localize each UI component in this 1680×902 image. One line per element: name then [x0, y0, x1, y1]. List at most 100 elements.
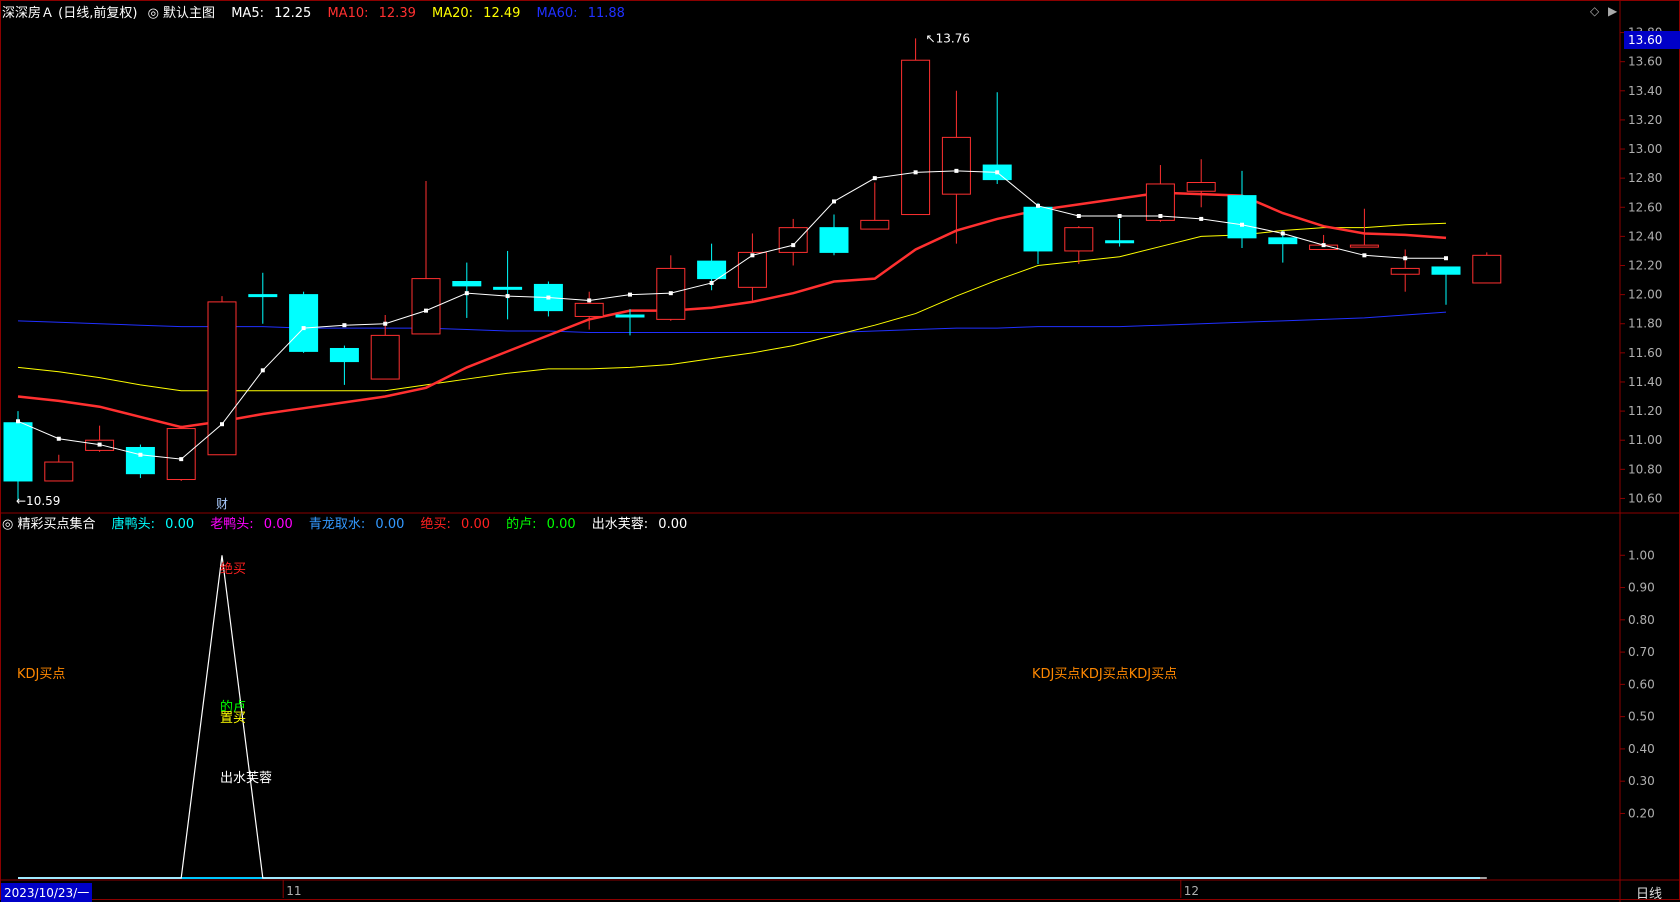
ma5-point [1036, 203, 1040, 208]
start-date: 2023/10/23/一 [1, 883, 93, 902]
ind-laoyatou: 老鸭头: 0.00 [210, 517, 293, 532]
candle-body[interactable] [1431, 266, 1461, 275]
ind-dilu: 的卢: 0.00 [506, 517, 576, 532]
ma5-point [56, 436, 61, 441]
y-tick-label: 11.20 [1628, 404, 1662, 418]
ma10-label: MA10: 12.39 [327, 6, 416, 21]
y-tick-label: 11.80 [1628, 317, 1662, 331]
ma5-point [260, 368, 265, 373]
candle-body[interactable] [329, 347, 359, 363]
candle-body[interactable] [819, 227, 849, 253]
ind-y-tick-label: 0.80 [1628, 613, 1655, 627]
expand-icon[interactable]: ▶ [1608, 4, 1617, 18]
y-tick-label: 12.40 [1628, 229, 1662, 243]
ind-y-tick-label: 0.60 [1628, 677, 1655, 691]
candle-body[interactable] [289, 294, 319, 352]
candle-body[interactable] [493, 286, 523, 290]
ma5-point [872, 176, 877, 181]
y-tick-label: 12.00 [1628, 288, 1662, 302]
chushui-signal: 出水芙蓉 [220, 771, 273, 786]
candle-body[interactable] [1023, 206, 1053, 252]
month-label: 11 [286, 884, 301, 898]
ma5-point [505, 294, 510, 299]
ma5-point [995, 170, 1000, 175]
y-tick-label: 13.40 [1628, 84, 1662, 98]
candle-body[interactable] [44, 461, 74, 482]
candle-body[interactable] [574, 302, 604, 317]
candle-body[interactable] [125, 446, 155, 475]
candle-body[interactable] [737, 251, 767, 288]
candle-body[interactable] [3, 422, 33, 482]
ma5-point [1403, 256, 1408, 261]
ma5-point [1240, 222, 1244, 227]
candle-body[interactable] [1472, 254, 1502, 284]
indicator-header: ◎ 精彩买点集合 唐鸭头: 0.00 老鸭头: 0.00 青龙取水: 0.00 … [2, 513, 699, 532]
ma5-point [913, 170, 918, 175]
juemai-signal: 绝买 [220, 562, 247, 577]
candle-body[interactable] [778, 227, 808, 253]
ma5-point [220, 422, 224, 427]
y-tick-label: 12.80 [1628, 171, 1662, 185]
ma5-point [791, 243, 796, 248]
period-label[interactable]: 日线 [1636, 883, 1662, 902]
candle-body[interactable] [1349, 244, 1379, 248]
ind-juemai: 绝买: 0.00 [420, 517, 490, 532]
y-tick-label: 11.00 [1628, 433, 1662, 447]
ma5-point [1444, 256, 1448, 261]
ind-tangyatou: 唐鸭头: 0.00 [111, 517, 195, 532]
candle-body[interactable] [248, 294, 278, 298]
candle-body[interactable] [166, 428, 196, 481]
month-label: 12 [1184, 884, 1199, 898]
y-tick-label: 10.80 [1628, 462, 1662, 476]
ind-y-tick-label: 0.90 [1628, 581, 1655, 595]
ma5-point [954, 168, 959, 173]
diamond-icon[interactable]: ◇ [1590, 4, 1599, 18]
y-tick-label: 11.60 [1628, 346, 1662, 360]
ind-qinglong: 青龙取水: 0.00 [308, 517, 405, 532]
candle-body[interactable] [1268, 237, 1298, 245]
chart-header: 深深房Ａ (日线,前复权) ◎ 默认主图 MA5: 12.25 MA10: 12… [2, 2, 637, 21]
ma20-label: MA20: 12.49 [432, 6, 521, 21]
candle-body[interactable] [941, 136, 971, 195]
candle-body[interactable] [207, 301, 237, 456]
ma60-label: MA60: 11.88 [536, 6, 625, 21]
candle-body[interactable] [1064, 227, 1094, 252]
cai-marker[interactable]: 财 [216, 497, 228, 511]
ma5-point [342, 323, 347, 328]
ind-chushui: 出水芙蓉: 0.00 [591, 517, 688, 532]
ma5-label: MA5: 12.25 [231, 6, 312, 21]
candle-body[interactable] [615, 314, 645, 318]
candle-body[interactable] [452, 281, 482, 287]
candle-body[interactable] [901, 59, 931, 216]
kdj-buy-right: KDJ买点KDJ买点KDJ买点 [1032, 667, 1178, 682]
ind-y-tick-label: 0.50 [1628, 710, 1655, 724]
candle-body[interactable] [1105, 240, 1135, 244]
stock-title[interactable]: 深深房Ａ (日线,前复权) [2, 6, 137, 21]
ma5-point [546, 295, 551, 300]
indicator-title[interactable]: ◎ 精彩买点集合 [2, 517, 102, 532]
main-chart-dropdown[interactable]: ◎ 默认主图 [148, 6, 222, 21]
candle-body[interactable] [370, 334, 400, 380]
y-tick-label: 10.60 [1628, 491, 1662, 505]
y-tick-label: 13.00 [1628, 142, 1662, 156]
ma5-point [587, 298, 592, 303]
ma5-point [16, 419, 20, 424]
y-tick-label: 13.20 [1628, 113, 1662, 127]
candle-body[interactable] [1186, 182, 1216, 192]
ma5-point [1362, 253, 1367, 258]
ind-y-tick-label: 0.70 [1628, 645, 1655, 659]
high-marker: ↖13.76 [926, 31, 970, 45]
candle-body[interactable] [860, 219, 890, 230]
current-price-tag: 13.60 [1624, 31, 1680, 49]
ma5-point [709, 280, 714, 285]
ind-y-tick-label: 0.30 [1628, 774, 1655, 788]
y-tick-label: 13.60 [1628, 55, 1662, 69]
ma5-point [1199, 216, 1204, 221]
ma5-point [750, 253, 755, 258]
candle-body[interactable] [1227, 195, 1257, 239]
ma5-point [668, 291, 673, 296]
candle-body[interactable] [1390, 267, 1420, 275]
ma5-point [97, 442, 102, 447]
ma5-point [179, 457, 184, 462]
chart-frame [0, 0, 1680, 900]
